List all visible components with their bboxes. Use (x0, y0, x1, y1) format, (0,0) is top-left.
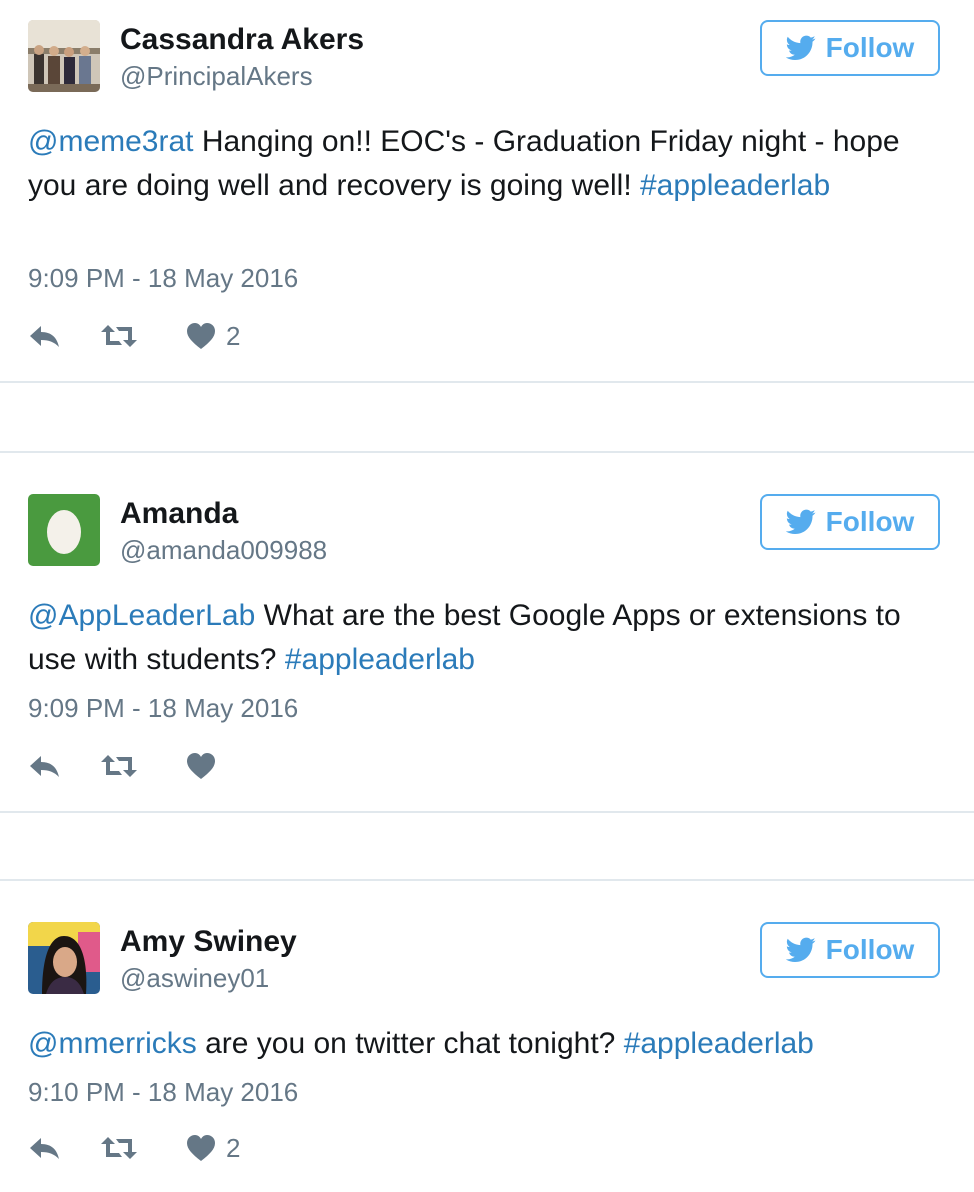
user-handle[interactable]: @PrincipalAkers (120, 60, 313, 92)
heart-icon (187, 323, 215, 349)
heart-icon (187, 1135, 215, 1161)
reply-icon (30, 756, 59, 777)
user-handle[interactable]: @amanda009988 (120, 534, 327, 566)
divider (0, 381, 974, 383)
timestamp[interactable]: 9:09 PM - 18 May 2016 (28, 692, 298, 724)
hashtag-link[interactable]: #appleaderlab (285, 643, 475, 676)
twitter-bird-icon (785, 509, 816, 534)
like-button[interactable] (186, 746, 226, 786)
tweet-text: @mmerricks are you on twitter chat tonig… (28, 1022, 944, 1066)
follow-label: Follow (825, 934, 915, 965)
divider (0, 811, 974, 813)
reply-button[interactable] (28, 316, 62, 356)
follow-button[interactable]: Follow (760, 922, 940, 978)
retweet-button[interactable] (100, 1128, 138, 1168)
mention-link[interactable]: @mmerricks (28, 1027, 197, 1060)
tweet-card: Amy Swiney @aswiney01 Follow @mmerricks … (0, 922, 974, 1182)
reply-icon (30, 1138, 59, 1159)
retweet-button[interactable] (100, 746, 138, 786)
hashtag-link[interactable]: #appleaderlab (640, 169, 830, 202)
display-name[interactable]: Amy Swiney (120, 924, 297, 960)
user-handle[interactable]: @aswiney01 (120, 962, 269, 994)
follow-label: Follow (825, 32, 915, 63)
retweet-icon (101, 1137, 137, 1159)
follow-label: Follow (825, 506, 915, 537)
retweet-icon (101, 325, 137, 347)
display-name[interactable]: Amanda (120, 496, 238, 532)
like-count: 2 (226, 1132, 241, 1163)
follow-button[interactable]: Follow (760, 20, 940, 76)
mention-link[interactable]: @meme3rat (28, 125, 194, 158)
reply-button[interactable] (28, 1128, 62, 1168)
tweet-actions (28, 746, 328, 786)
timestamp[interactable]: 9:10 PM - 18 May 2016 (28, 1076, 298, 1108)
follow-button[interactable]: Follow (760, 494, 940, 550)
retweet-button[interactable] (100, 316, 138, 356)
avatar[interactable] (28, 20, 100, 92)
divider (0, 451, 974, 453)
timestamp[interactable]: 9:09 PM - 18 May 2016 (28, 262, 298, 294)
tweet-body: are you on twitter chat tonight? (196, 1027, 624, 1060)
avatar[interactable] (28, 922, 100, 994)
reply-button[interactable] (28, 746, 62, 786)
like-button[interactable]: 2 (186, 1128, 240, 1168)
tweet-card: Cassandra Akers @PrincipalAkers Follow @… (0, 20, 974, 360)
tweet-actions: 2 (28, 1128, 328, 1168)
twitter-bird-icon (785, 35, 816, 60)
tweet-text: @meme3rat Hanging on!! EOC's - Graduatio… (28, 120, 944, 208)
like-button[interactable]: 2 (186, 316, 240, 356)
heart-icon (187, 753, 215, 779)
display-name[interactable]: Cassandra Akers (120, 22, 364, 58)
mention-link[interactable]: @AppLeaderLab (28, 599, 255, 632)
tweet-actions: 2 (28, 316, 328, 356)
twitter-bird-icon (785, 937, 816, 962)
tweet-text: @AppLeaderLab What are the best Google A… (28, 594, 944, 682)
avatar[interactable] (28, 494, 100, 566)
hashtag-link[interactable]: #appleaderlab (624, 1027, 814, 1060)
tweet-card: Amanda @amanda009988 Follow @AppLeaderLa… (0, 494, 974, 794)
reply-icon (30, 326, 59, 347)
divider (0, 879, 974, 881)
retweet-icon (101, 755, 137, 777)
like-count: 2 (226, 320, 241, 351)
